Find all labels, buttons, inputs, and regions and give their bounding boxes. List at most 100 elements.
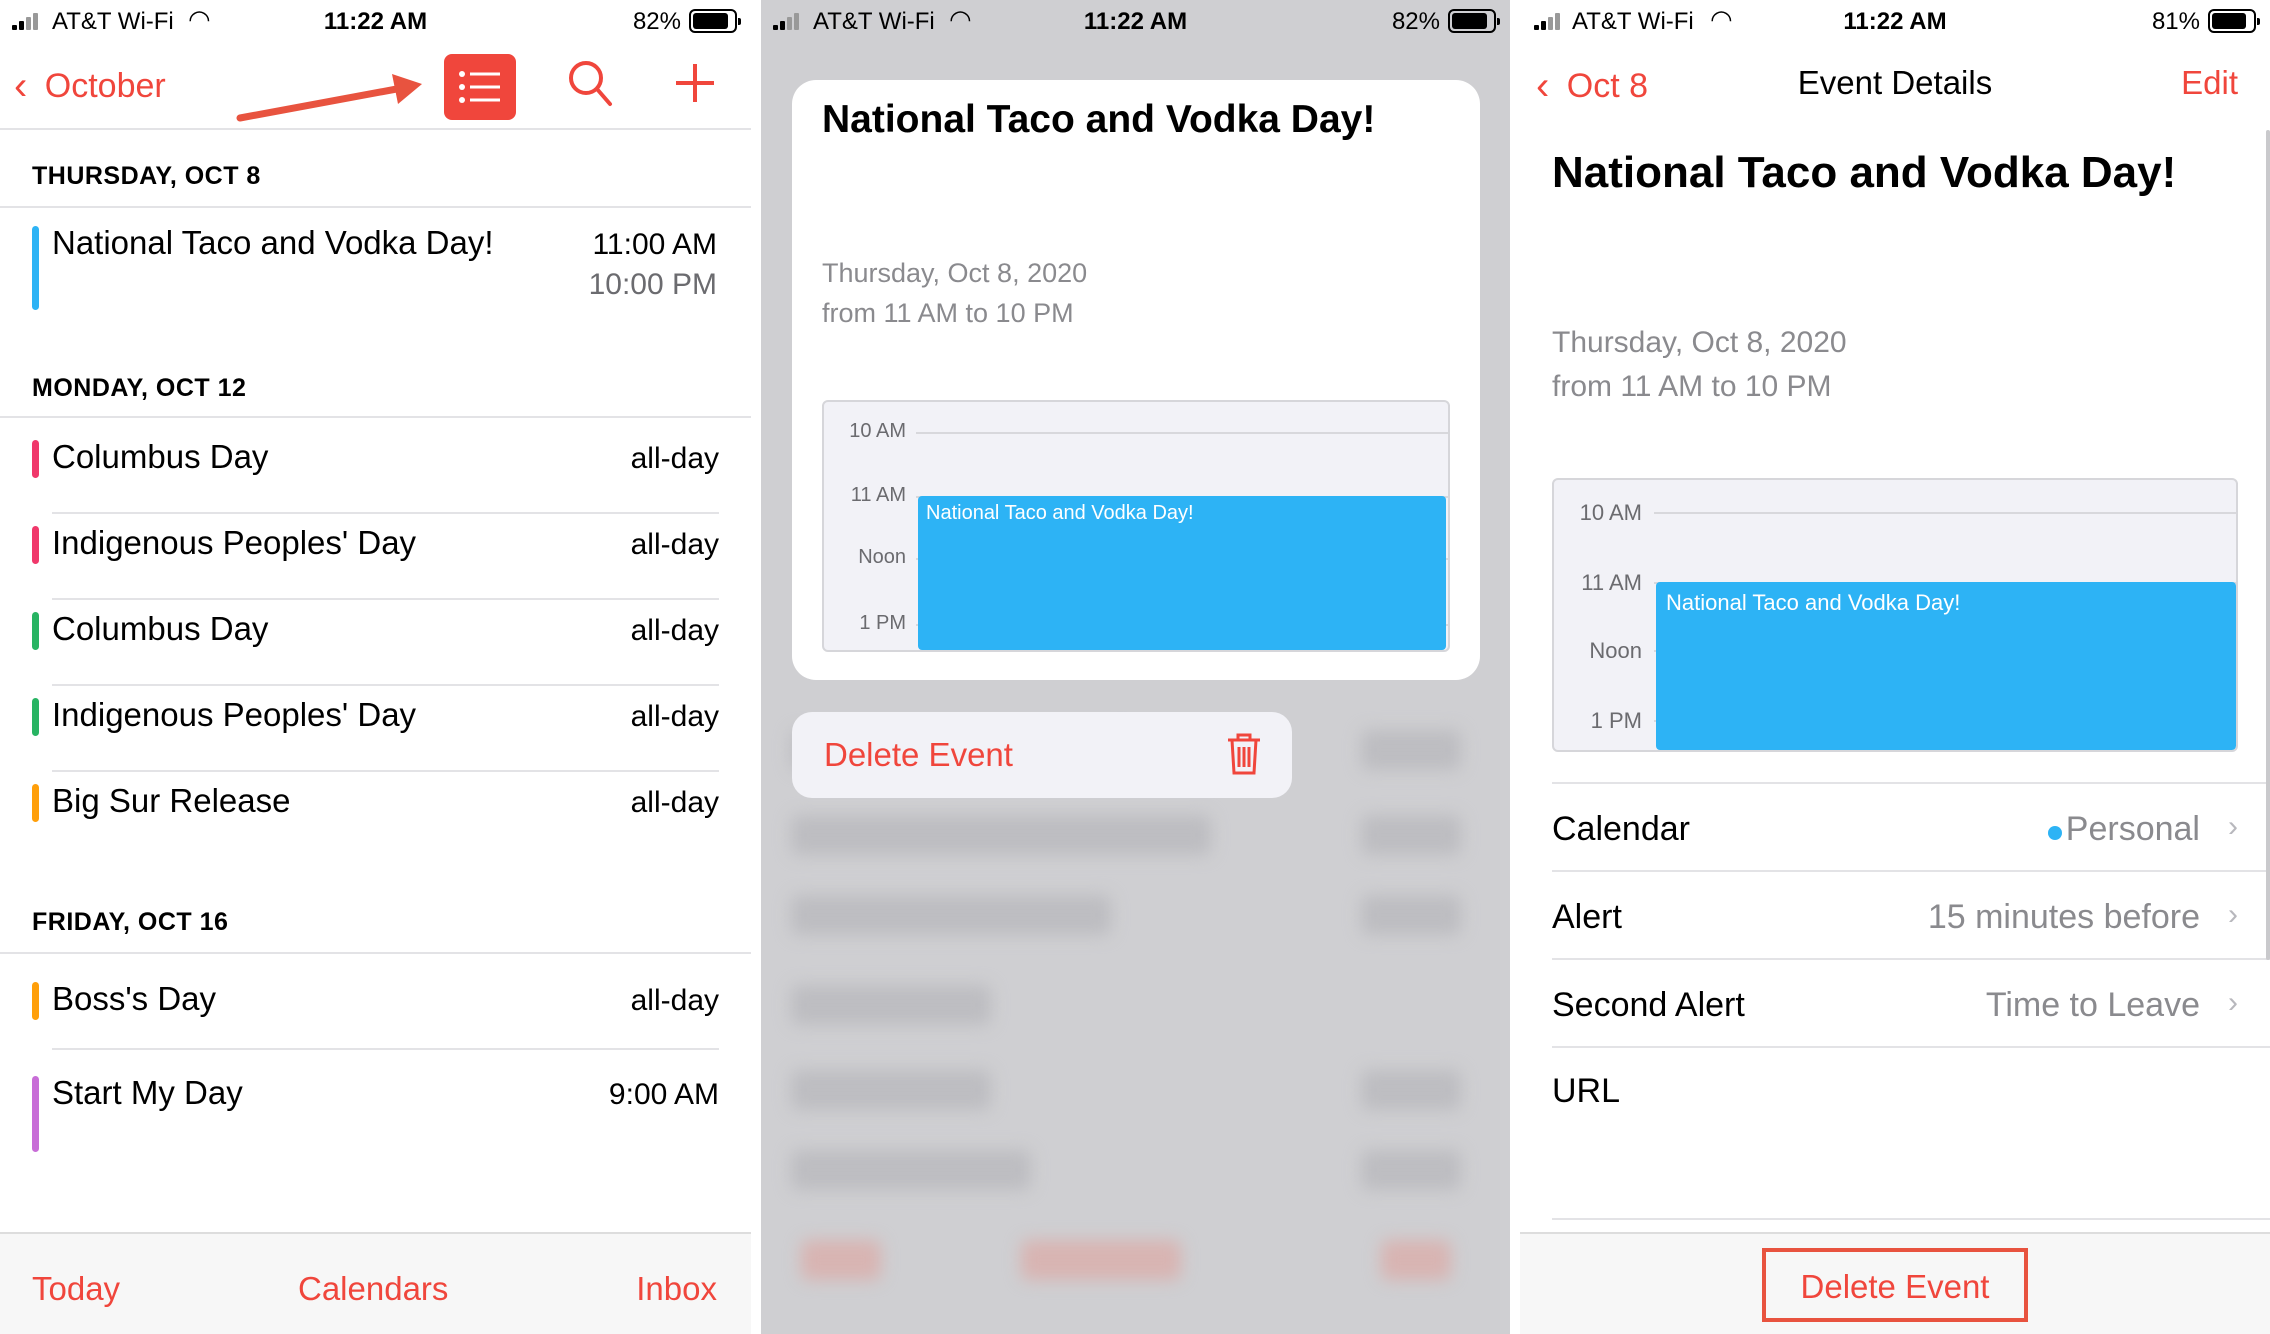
calendar-color-bar: [32, 1076, 39, 1152]
hour-line: [916, 432, 1448, 434]
event-time: 9:00 AM: [608, 1078, 719, 1111]
event-time: all-day: [630, 700, 719, 733]
list-item[interactable]: Boss's Day all-day: [0, 964, 751, 1050]
list-item[interactable]: Indigenous Peoples' Day all-day: [0, 678, 751, 764]
calendar-color-bar: [32, 526, 39, 564]
hour-label: 10 AM: [849, 420, 906, 442]
section-header: FRIDAY, OCT 16: [32, 908, 229, 936]
chevron-right-icon: ›: [2228, 898, 2238, 931]
event-preview-card[interactable]: National Taco and Vodka Day! Thursday, O…: [792, 80, 1480, 680]
list-icon: [459, 71, 500, 103]
alert-row[interactable]: Alert 15 minutes before ›: [1552, 872, 2238, 960]
blurred-row: [791, 815, 1211, 855]
row-key: Calendar: [1552, 810, 1690, 848]
blurred-row: [791, 895, 1111, 935]
row-value: 15 minutes before: [1927, 898, 2200, 936]
event-time: all-day: [630, 786, 719, 819]
event-block: National Taco and Vodka Day!: [918, 496, 1446, 650]
list-item[interactable]: National Taco and Vodka Day! 11:00 AM 10…: [0, 210, 751, 320]
event-time-range: from 11 AM to 10 PM: [1552, 370, 1832, 403]
calendar-color-bar: [32, 784, 39, 822]
row-key: Second Alert: [1552, 986, 1745, 1024]
row-key: URL: [1552, 1072, 1621, 1110]
nav-title: Event Details: [1797, 64, 1993, 101]
event-start-time: 11:00 AM: [592, 228, 717, 261]
row-value: Personal: [2065, 810, 2200, 848]
blurred-row: [791, 985, 991, 1025]
blurred-row: [1361, 815, 1461, 855]
event-time: all-day: [630, 442, 719, 475]
event-title: Boss's Day: [52, 980, 217, 1017]
search-icon[interactable]: [566, 58, 614, 110]
second-alert-row[interactable]: Second Alert Time to Leave ›: [1552, 960, 2238, 1048]
back-button[interactable]: ‹ October: [14, 62, 166, 108]
edit-button[interactable]: Edit: [2181, 64, 2238, 102]
blurred-row: [1361, 730, 1461, 770]
status-bar: AT&T Wi-Fi ◠ 11:22 AM 82%: [761, 0, 1510, 42]
calendar-color-bar: [32, 982, 39, 1020]
divider: [0, 206, 751, 208]
delete-event-button[interactable]: Delete Event: [1762, 1248, 2028, 1322]
row-value: Time to Leave: [1985, 986, 2200, 1024]
list-item[interactable]: Start My Day 9:00 AM: [0, 1050, 751, 1160]
list-item[interactable]: Big Sur Release all-day: [0, 764, 751, 850]
hour-label: 11 AM: [850, 484, 906, 506]
event-time: all-day: [630, 614, 719, 647]
list-item[interactable]: Indigenous Peoples' Day all-day: [0, 506, 751, 592]
battery-icon: [2208, 9, 2260, 33]
event-date: Thursday, Oct 8, 2020: [1552, 326, 1847, 359]
tab-inbox[interactable]: Inbox: [636, 1270, 717, 1308]
battery-icon: [1448, 9, 1500, 33]
panel-gap: [751, 0, 761, 1334]
event-title: Columbus Day: [52, 610, 269, 647]
event-time: all-day: [630, 984, 719, 1017]
add-icon[interactable]: [674, 62, 716, 104]
event-title: Indigenous Peoples' Day: [52, 696, 417, 733]
tab-bar: Today Calendars Inbox: [0, 1232, 751, 1334]
event-title: National Taco and Vodka Day!: [52, 224, 494, 261]
trash-icon: [1228, 733, 1260, 775]
list-view-panel: AT&T Wi-Fi ◠ 11:22 AM 82% ‹ October THUR…: [0, 0, 751, 1334]
blurred-row: [791, 1150, 1031, 1190]
blurred-row: [791, 1070, 991, 1110]
delete-event-label: Delete Event: [824, 736, 1013, 773]
calendar-color-dot: [2048, 826, 2062, 840]
calendar-color-bar: [32, 612, 39, 650]
tab-calendars[interactable]: Calendars: [298, 1270, 448, 1308]
tab-today[interactable]: Today: [32, 1270, 120, 1308]
section-header: THURSDAY, OCT 8: [32, 162, 261, 190]
status-bar: AT&T Wi-Fi ◠ 11:22 AM 82%: [0, 0, 751, 42]
divider: [0, 416, 751, 418]
delete-event-label: Delete Event: [1800, 1268, 1990, 1305]
event-time-range: from 11 AM to 10 PM: [822, 298, 1074, 328]
event-time: all-day: [630, 528, 719, 561]
section-header: MONDAY, OCT 12: [32, 374, 247, 402]
event-title: National Taco and Vodka Day!: [822, 98, 1376, 141]
list-view-toggle-button[interactable]: [444, 54, 516, 120]
url-row[interactable]: URL: [1552, 1046, 2238, 1216]
calendar-row[interactable]: Calendar Personal ›: [1552, 784, 2238, 872]
list-item[interactable]: Columbus Day all-day: [0, 420, 751, 506]
calendar-color-bar: [32, 440, 39, 478]
hour-label: 10 AM: [1579, 500, 1642, 525]
scrollbar[interactable]: [2266, 130, 2270, 960]
chevron-right-icon: ›: [2228, 986, 2238, 1019]
battery-icon: [689, 9, 741, 33]
event-date: Thursday, Oct 8, 2020: [822, 258, 1088, 288]
status-bar: AT&T Wi-Fi ◠ 11:22 AM 81%: [1520, 0, 2270, 42]
delete-event-menu-item[interactable]: Delete Event: [792, 712, 1292, 798]
event-title: Start My Day: [52, 1074, 243, 1111]
event-title: Columbus Day: [52, 438, 269, 475]
battery-percent: 81%: [2151, 8, 2200, 35]
blurred-row: [1381, 1240, 1451, 1280]
blurred-row: [1361, 1070, 1461, 1110]
mini-day-calendar: 10 AM 11 AM Noon 1 PM National Taco and …: [1552, 478, 2238, 752]
chevron-right-icon: ›: [2228, 810, 2238, 843]
calendar-color-bar: [32, 226, 39, 310]
hour-label: 1 PM: [859, 612, 906, 634]
hour-label: 1 PM: [1590, 708, 1642, 733]
bottom-toolbar: Delete Event: [1520, 1232, 2270, 1334]
list-item[interactable]: Columbus Day all-day: [0, 592, 751, 678]
hour-label: Noon: [1589, 638, 1642, 663]
hour-label: 11 AM: [1581, 570, 1642, 595]
